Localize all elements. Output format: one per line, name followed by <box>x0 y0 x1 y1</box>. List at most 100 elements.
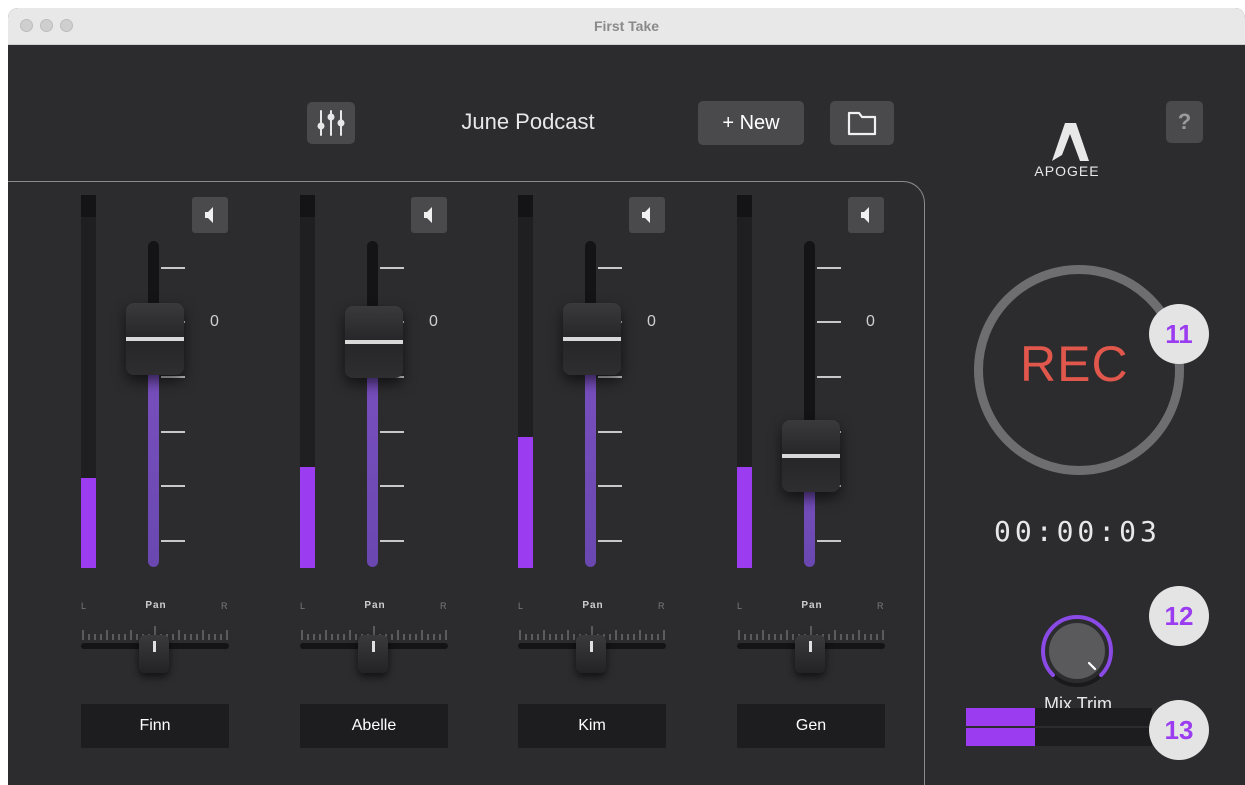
pan-label: Pan <box>145 600 167 611</box>
volume-fader-handle[interactable] <box>782 420 840 492</box>
new-project-button[interactable]: + New <box>698 101 804 145</box>
channel-level-meter-fill <box>737 467 752 568</box>
fader-scale-tick <box>380 540 404 542</box>
peak-indicator <box>737 195 752 217</box>
channel-strip: 0 L Pan R Finn <box>81 195 231 765</box>
pan-slider-handle[interactable] <box>358 635 388 673</box>
fader-scale-tick <box>161 540 185 542</box>
fader-scale-tick <box>598 267 622 269</box>
callout-12: 12 <box>1149 586 1209 646</box>
pan-slider-handle[interactable] <box>576 635 606 673</box>
fader-scale-tick <box>161 485 185 487</box>
channel-strip: 0 L Pan R Kim <box>518 195 668 765</box>
master-meter-left-fill <box>966 708 1035 726</box>
title-bar: First Take <box>8 8 1245 45</box>
mixer-sliders-icon <box>317 110 345 136</box>
fader-scale-tick <box>161 376 185 378</box>
pan-handle-line <box>809 641 812 652</box>
master-meter-right <box>966 728 1152 746</box>
app-window: First Take June Podcast + New ? APOGEE 0… <box>8 8 1245 785</box>
help-button[interactable]: ? <box>1166 101 1203 143</box>
speaker-icon <box>861 207 869 223</box>
fader-scale-tick <box>817 321 841 323</box>
channel-name-field[interactable]: Abelle <box>300 704 448 748</box>
fader-scale-tick <box>598 485 622 487</box>
volume-fader-track[interactable] <box>148 241 159 567</box>
pan-slider-handle[interactable] <box>795 635 825 673</box>
channel-name-field[interactable]: Finn <box>81 704 229 748</box>
fader-zero-label: 0 <box>210 313 219 330</box>
channel-level-meter <box>518 195 533 568</box>
pan-right-label: R <box>877 601 884 611</box>
fader-scale-tick <box>161 267 185 269</box>
fader-scale-tick <box>380 431 404 433</box>
apogee-logo-text: APOGEE <box>1034 163 1100 179</box>
folder-icon <box>847 111 877 136</box>
fader-zero-label: 0 <box>866 313 875 330</box>
fader-scale-tick <box>817 540 841 542</box>
fader-scale-tick <box>598 431 622 433</box>
project-name[interactable]: June Podcast <box>428 109 628 135</box>
fader-scale-tick <box>598 376 622 378</box>
channel-level-meter-fill <box>81 478 96 568</box>
speaker-icon <box>642 207 650 223</box>
channel-level-meter-fill <box>518 437 533 568</box>
open-folder-button[interactable] <box>830 101 894 145</box>
fader-scale-tick <box>817 267 841 269</box>
pan-handle-line <box>372 641 375 652</box>
pan-label: Pan <box>582 600 604 611</box>
monitor-speaker-button[interactable] <box>411 197 447 233</box>
channel-level-meter <box>81 195 96 568</box>
pan-right-label: R <box>221 601 228 611</box>
channel-level-meter <box>300 195 315 568</box>
peak-indicator <box>81 195 96 217</box>
fader-scale-tick <box>161 431 185 433</box>
pan-label: Pan <box>801 600 823 611</box>
mix-trim-knob[interactable] <box>1039 613 1115 689</box>
channel-strip: 0 L Pan R Abelle <box>300 195 450 765</box>
fader-zero-label: 0 <box>429 313 438 330</box>
callout-11: 11 <box>1149 304 1209 364</box>
monitor-speaker-button[interactable] <box>848 197 884 233</box>
fader-scale-tick <box>598 540 622 542</box>
channel-name-field[interactable]: Kim <box>518 704 666 748</box>
record-label: REC <box>1020 336 1129 392</box>
pan-handle-line <box>590 641 593 652</box>
monitor-speaker-button[interactable] <box>629 197 665 233</box>
fader-scale-tick <box>380 267 404 269</box>
pan-label: Pan <box>364 600 386 611</box>
volume-fader-track[interactable] <box>804 241 815 567</box>
peak-indicator <box>300 195 315 217</box>
fader-scale-tick <box>380 485 404 487</box>
channel-strip: 0 L Pan R Gen <box>737 195 887 765</box>
channel-name-field[interactable]: Gen <box>737 704 885 748</box>
monitor-speaker-button[interactable] <box>192 197 228 233</box>
speaker-icon <box>205 207 213 223</box>
fader-handle-line <box>126 337 184 341</box>
pan-slider-handle[interactable] <box>139 635 169 673</box>
volume-fader-handle[interactable] <box>345 306 403 378</box>
volume-fader-handle[interactable] <box>126 303 184 375</box>
record-timer: 00:00:03 <box>994 515 1161 548</box>
fader-zero-label: 0 <box>647 313 656 330</box>
pan-handle-line <box>153 641 156 652</box>
volume-fader-track[interactable] <box>585 241 596 567</box>
volume-fader-track[interactable] <box>367 241 378 567</box>
volume-fader-handle[interactable] <box>563 303 621 375</box>
fader-scale-tick <box>817 376 841 378</box>
speaker-icon <box>424 207 432 223</box>
mixer-settings-button[interactable] <box>307 102 355 144</box>
pan-right-label: R <box>658 601 665 611</box>
channel-level-meter-fill <box>300 467 315 568</box>
master-meter-right-fill <box>966 728 1035 746</box>
peak-indicator <box>518 195 533 217</box>
window-title: First Take <box>593 18 660 34</box>
callout-13: 13 <box>1149 700 1209 760</box>
channel-level-meter <box>737 195 752 568</box>
fader-handle-line <box>345 340 403 344</box>
fader-handle-line <box>563 337 621 341</box>
fader-handle-line <box>782 454 840 458</box>
master-meter-left <box>966 708 1152 726</box>
pan-right-label: R <box>440 601 447 611</box>
main-content: June Podcast + New ? APOGEE 0 L Pan R Fi… <box>8 45 1245 785</box>
